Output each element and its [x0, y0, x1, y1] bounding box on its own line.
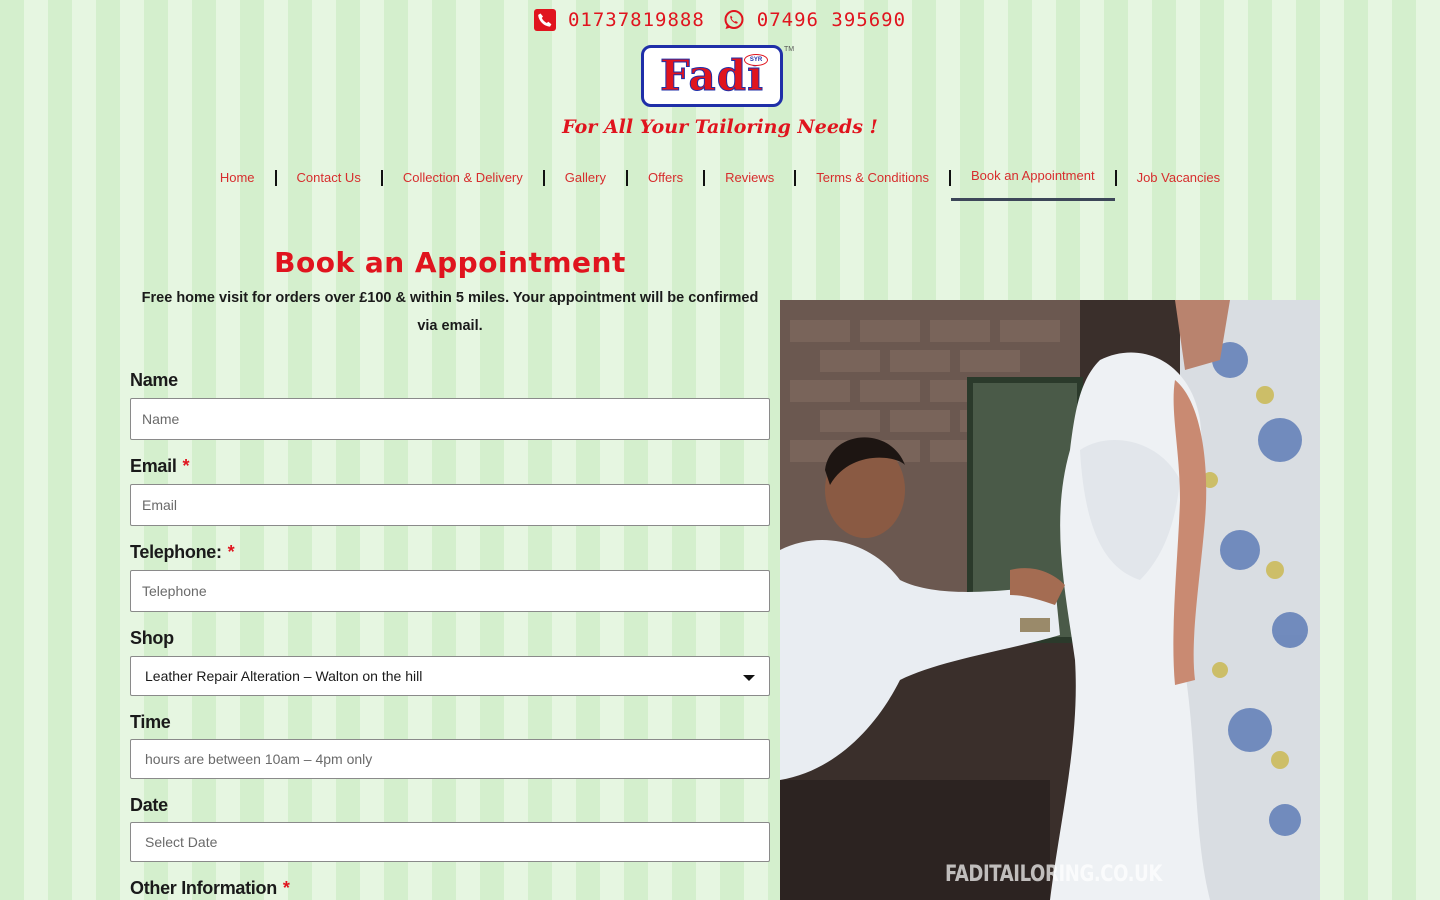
- shop-selected-value: Leather Repair Alteration – Walton on th…: [145, 668, 423, 684]
- mobile-number: 07496 395690: [756, 9, 907, 31]
- nav-item-terms-conditions[interactable]: Terms & Conditions: [796, 165, 949, 200]
- shop-label: Shop: [130, 628, 174, 648]
- tailor-fitting-wedding-dress-image: [780, 300, 1320, 900]
- nav-item-reviews[interactable]: Reviews: [705, 165, 794, 200]
- name-label: Name: [130, 370, 178, 390]
- site-tagline: For All Your Tailoring Needs !: [562, 116, 878, 138]
- logo-trademark: TM: [784, 46, 795, 53]
- landline-link[interactable]: 01737819888: [533, 9, 705, 31]
- date-input[interactable]: [130, 822, 770, 862]
- email-label: Email *: [130, 456, 190, 476]
- time-label: Time: [130, 712, 171, 732]
- mobile-link[interactable]: 07496 395690: [723, 9, 906, 31]
- photo-watermark: FADITAILORING.CO.UK: [945, 862, 1162, 887]
- landline-number: 01737819888: [567, 9, 705, 31]
- time-input[interactable]: [130, 739, 770, 779]
- nav-item-offers[interactable]: Offers: [628, 165, 703, 200]
- shop-select[interactable]: Leather Repair Alteration – Walton on th…: [130, 656, 770, 696]
- chevron-down-icon: [743, 674, 755, 681]
- required-mark: *: [227, 542, 235, 562]
- required-mark: *: [182, 456, 190, 476]
- page-title: Book an Appointment: [274, 246, 626, 279]
- email-input[interactable]: [130, 484, 770, 526]
- intro-text: Free home visit for orders over £100 & w…: [141, 290, 759, 334]
- site-logo[interactable]: Fadi SYR: [641, 45, 783, 107]
- phone-icon: [533, 9, 556, 31]
- telephone-input[interactable]: [130, 570, 770, 612]
- other-information-label: Other Information *: [130, 878, 290, 898]
- nav-item-contact-us[interactable]: Contact Us: [277, 165, 381, 200]
- telephone-label: Telephone: *: [130, 542, 235, 562]
- date-label: Date: [130, 795, 168, 815]
- name-input[interactable]: [130, 398, 770, 440]
- nav-item-gallery[interactable]: Gallery: [545, 165, 626, 200]
- nav-item-home[interactable]: Home: [200, 165, 275, 200]
- contact-bar: 01737819888 07496 395690: [0, 6, 1440, 34]
- required-mark: *: [282, 878, 290, 898]
- main-nav: Home Contact Us Collection & Delivery Ga…: [0, 163, 1440, 201]
- tailoring-photo: FADITAILORING.CO.UK: [780, 300, 1320, 900]
- nav-item-job-vacancies[interactable]: Job Vacancies: [1117, 165, 1241, 200]
- whatsapp-icon: [724, 10, 744, 29]
- nav-item-collection-delivery[interactable]: Collection & Delivery: [383, 165, 543, 200]
- nav-item-book-appointment[interactable]: Book an Appointment: [950, 163, 1115, 201]
- logo-badge: SYR: [744, 54, 768, 66]
